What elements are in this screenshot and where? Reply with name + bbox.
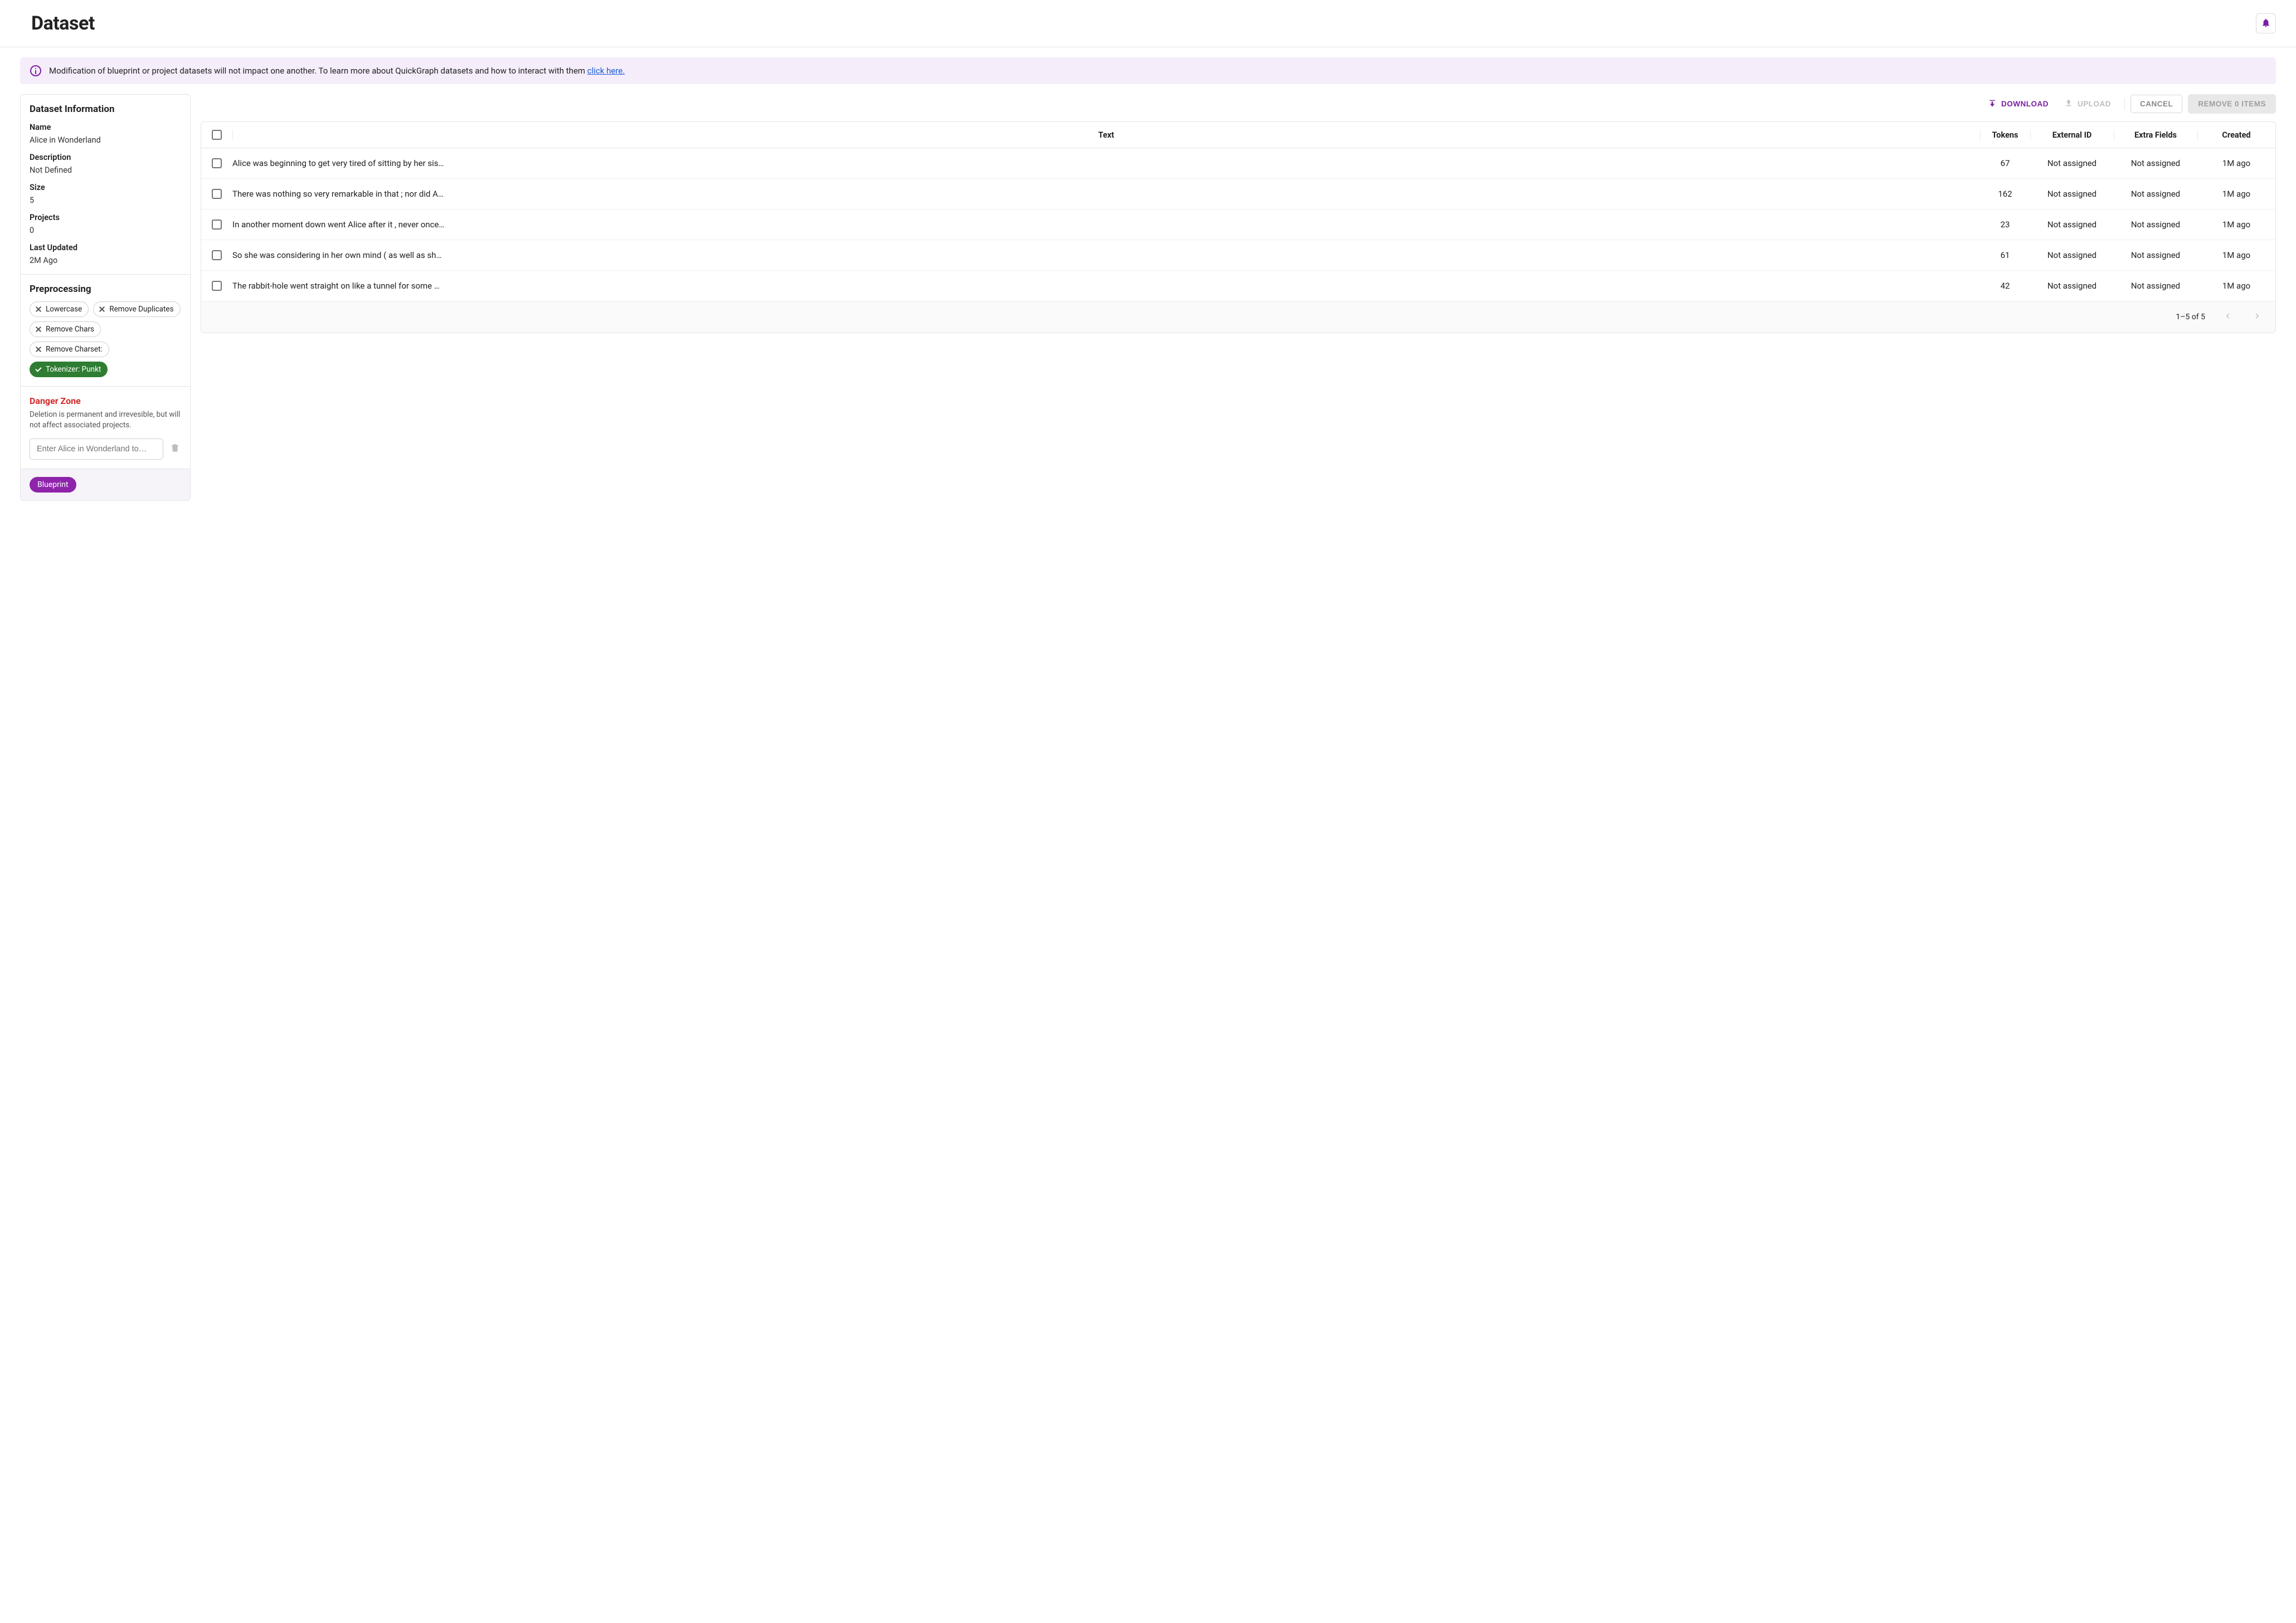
dataset-table: Text Tokens External ID Extra Fields Cre…	[201, 121, 2276, 333]
row-checkbox[interactable]	[212, 281, 222, 291]
cell-external-id: Not assigned	[2030, 220, 2114, 230]
download-button[interactable]: DOWNLOAD	[1980, 94, 2056, 114]
cell-text: So she was considering in her own mind (…	[232, 250, 1980, 260]
name-label: Name	[30, 123, 181, 132]
upload-button: UPLOAD	[2056, 94, 2119, 114]
info-banner-text: Modification of blueprint or project dat…	[49, 66, 587, 76]
cell-extra-fields: Not assigned	[2114, 189, 2197, 199]
cell-text: In another moment down went Alice after …	[232, 220, 1980, 230]
chip-label: Remove Charset:	[46, 345, 103, 354]
cell-created: 1M ago	[2197, 281, 2275, 291]
trash-icon	[169, 442, 181, 456]
cell-external-id: Not assigned	[2030, 189, 2114, 199]
sidebar: Dataset Information Name Alice in Wonder…	[20, 94, 191, 501]
cell-extra-fields: Not assigned	[2114, 220, 2197, 230]
cell-extra-fields: Not assigned	[2114, 158, 2197, 168]
chevron-right-icon	[2253, 311, 2263, 323]
description-label: Description	[30, 153, 181, 162]
close-icon	[98, 305, 106, 313]
table-row: Alice was beginning to get very tired of…	[201, 148, 2275, 179]
info-icon	[30, 65, 41, 76]
size-label: Size	[30, 183, 181, 192]
check-icon	[35, 365, 42, 373]
notifications-button[interactable]	[2256, 13, 2276, 33]
close-icon	[35, 345, 42, 353]
cell-tokens: 42	[1980, 281, 2030, 291]
cell-text: Alice was beginning to get very tired of…	[232, 158, 1980, 168]
cell-external-id: Not assigned	[2030, 250, 2114, 260]
upload-icon	[2064, 99, 2073, 109]
table-row: In another moment down went Alice after …	[201, 209, 2275, 240]
close-icon	[35, 325, 42, 333]
delete-button[interactable]	[169, 443, 181, 455]
chip-label: Lowercase	[46, 305, 82, 314]
table-row: There was nothing so very remarkable in …	[201, 179, 2275, 209]
cell-tokens: 162	[1980, 189, 2030, 199]
col-extra-fields[interactable]: Extra Fields	[2114, 130, 2197, 140]
preprocessing-heading: Preprocessing	[30, 284, 181, 295]
remove-items-button: REMOVE 0 ITEMS	[2188, 94, 2276, 114]
last-updated-value: 2M Ago	[30, 256, 181, 265]
main: DOWNLOAD UPLOAD CANCEL REMOVE 0 ITEMS Te…	[201, 94, 2276, 333]
preprocessing-chip[interactable]: Tokenizer: Punkt	[30, 362, 108, 377]
danger-zone-desc: Deletion is permanent and irrevesible, b…	[30, 410, 181, 431]
pagination-range: 1–5 of 5	[2176, 313, 2205, 321]
row-checkbox[interactable]	[212, 158, 222, 168]
close-icon	[35, 305, 42, 313]
row-checkbox[interactable]	[212, 250, 222, 260]
row-checkbox[interactable]	[212, 189, 222, 199]
cell-text: The rabbit-hole went straight on like a …	[232, 281, 1980, 291]
toolbar-separator	[2124, 98, 2125, 110]
cell-extra-fields: Not assigned	[2114, 281, 2197, 291]
info-banner-link[interactable]: click here.	[587, 66, 625, 76]
preprocessing-chip[interactable]: Remove Charset:	[30, 342, 109, 357]
danger-zone-heading: Danger Zone	[30, 396, 181, 406]
cell-tokens: 67	[1980, 158, 2030, 168]
chip-label: Tokenizer: Punkt	[46, 365, 101, 374]
preprocessing-chip[interactable]: Remove Chars	[30, 321, 101, 337]
chip-label: Remove Chars	[46, 325, 94, 334]
select-all-checkbox[interactable]	[212, 130, 222, 140]
cell-created: 1M ago	[2197, 158, 2275, 168]
cell-created: 1M ago	[2197, 189, 2275, 199]
cell-external-id: Not assigned	[2030, 281, 2114, 291]
cancel-button[interactable]: CANCEL	[2130, 95, 2182, 113]
info-banner: Modification of blueprint or project dat…	[20, 57, 2276, 84]
delete-confirm-input[interactable]	[30, 438, 163, 460]
cell-created: 1M ago	[2197, 250, 2275, 260]
chevron-left-icon	[2222, 311, 2232, 323]
col-created[interactable]: Created	[2197, 130, 2275, 140]
page-title: Dataset	[31, 12, 95, 35]
table-row: So she was considering in her own mind (…	[201, 240, 2275, 271]
chip-label: Remove Duplicates	[109, 305, 173, 314]
cell-tokens: 23	[1980, 220, 2030, 230]
last-updated-label: Last Updated	[30, 243, 181, 252]
dataset-info-heading: Dataset Information	[30, 104, 181, 115]
preprocessing-chip[interactable]: Lowercase	[30, 301, 89, 317]
cell-tokens: 61	[1980, 250, 2030, 260]
blueprint-badge[interactable]: Blueprint	[30, 477, 76, 493]
preprocessing-chip[interactable]: Remove Duplicates	[93, 301, 180, 317]
projects-value: 0	[30, 226, 181, 235]
cell-external-id: Not assigned	[2030, 158, 2114, 168]
prev-page-button[interactable]	[2220, 309, 2235, 325]
cell-extra-fields: Not assigned	[2114, 250, 2197, 260]
col-tokens[interactable]: Tokens	[1980, 130, 2030, 140]
name-value: Alice in Wonderland	[30, 135, 181, 145]
projects-label: Projects	[30, 213, 181, 222]
cell-created: 1M ago	[2197, 220, 2275, 230]
row-checkbox[interactable]	[212, 220, 222, 230]
download-icon	[1988, 99, 1997, 109]
cell-text: There was nothing so very remarkable in …	[232, 189, 1980, 199]
description-value: Not Defined	[30, 165, 181, 175]
size-value: 5	[30, 196, 181, 205]
next-page-button[interactable]	[2250, 309, 2265, 325]
col-text[interactable]: Text	[232, 130, 1980, 140]
bell-icon	[2261, 18, 2271, 30]
col-external-id[interactable]: External ID	[2030, 130, 2114, 140]
table-row: The rabbit-hole went straight on like a …	[201, 271, 2275, 301]
action-toolbar: DOWNLOAD UPLOAD CANCEL REMOVE 0 ITEMS	[201, 94, 2276, 114]
